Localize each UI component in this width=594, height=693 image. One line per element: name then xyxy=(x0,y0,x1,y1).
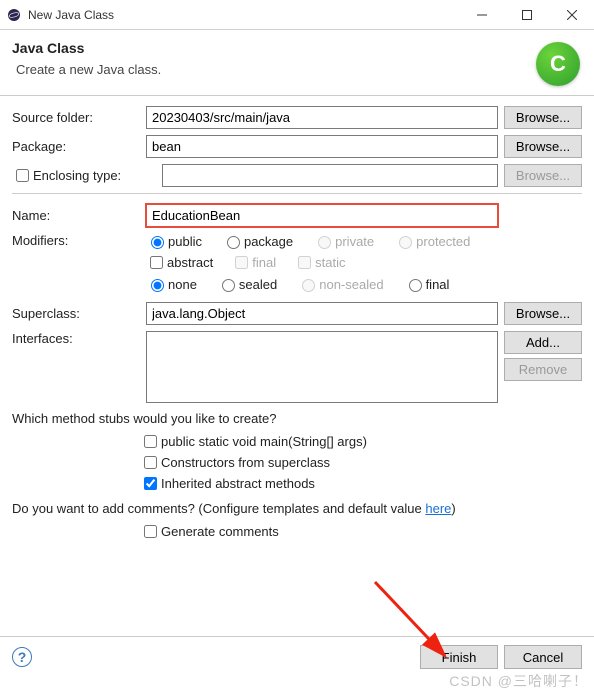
minimize-button[interactable] xyxy=(459,0,504,30)
help-icon[interactable]: ? xyxy=(12,647,32,667)
cancel-button[interactable]: Cancel xyxy=(504,645,582,669)
close-button[interactable] xyxy=(549,0,594,30)
generate-comments-checkbox[interactable]: Generate comments xyxy=(140,522,566,541)
modifier-private-radio: private xyxy=(313,233,374,249)
superclass-input[interactable] xyxy=(146,302,498,325)
modifier-protected-radio: protected xyxy=(394,233,470,249)
dialog-header: Java Class Create a new Java class. C xyxy=(0,30,594,96)
modifier-public-radio[interactable]: public xyxy=(146,233,202,249)
stubs-question: Which method stubs would you like to cre… xyxy=(12,411,582,426)
stub-main-checkbox[interactable]: public static void main(String[] args) xyxy=(140,432,566,451)
sealed-nonsealed-radio: non-sealed xyxy=(297,276,383,292)
package-browse-button[interactable]: Browse... xyxy=(504,135,582,158)
stub-inherited-checkbox[interactable]: Inherited abstract methods xyxy=(140,474,566,493)
source-folder-label: Source folder: xyxy=(12,110,140,125)
interfaces-add-button[interactable]: Add... xyxy=(504,331,582,354)
finish-button[interactable]: Finish xyxy=(420,645,498,669)
source-folder-browse-button[interactable]: Browse... xyxy=(504,106,582,129)
name-input[interactable] xyxy=(146,204,498,227)
enclosing-type-input xyxy=(162,164,498,187)
window-title: New Java Class xyxy=(28,8,114,22)
enclosing-type-browse-button: Browse... xyxy=(504,164,582,187)
watermark: CSDN @三哈喇子！ xyxy=(449,671,588,691)
source-folder-input[interactable] xyxy=(146,106,498,129)
eclipse-icon xyxy=(6,7,22,23)
name-label: Name: xyxy=(12,208,140,223)
interfaces-list[interactable] xyxy=(146,331,498,403)
modifier-static-checkbox: static xyxy=(294,253,345,272)
enclosing-type-checkbox[interactable]: Enclosing type: xyxy=(12,166,140,185)
dialog-title: Java Class xyxy=(12,40,582,56)
superclass-browse-button[interactable]: Browse... xyxy=(504,302,582,325)
modifier-package-radio[interactable]: package xyxy=(222,233,293,249)
comments-question: Do you want to add comments? (Configure … xyxy=(12,501,582,516)
modifiers-label: Modifiers: xyxy=(12,233,140,248)
package-label: Package: xyxy=(12,139,140,154)
interfaces-label: Interfaces: xyxy=(12,331,140,346)
interfaces-remove-button: Remove xyxy=(504,358,582,381)
sealed-none-radio[interactable]: none xyxy=(146,276,197,292)
dialog-subtitle: Create a new Java class. xyxy=(16,62,582,77)
sealed-sealed-radio[interactable]: sealed xyxy=(217,276,277,292)
package-input[interactable] xyxy=(146,135,498,158)
modifier-abstract-checkbox[interactable]: abstract xyxy=(146,253,213,272)
superclass-label: Superclass: xyxy=(12,306,140,321)
configure-templates-link[interactable]: here xyxy=(425,501,451,516)
maximize-button[interactable] xyxy=(504,0,549,30)
class-badge-icon: C xyxy=(536,42,580,86)
modifier-final-checkbox: final xyxy=(231,253,276,272)
titlebar: New Java Class xyxy=(0,0,594,30)
sealed-final-radio[interactable]: final xyxy=(404,276,450,292)
stub-constructors-checkbox[interactable]: Constructors from superclass xyxy=(140,453,566,472)
